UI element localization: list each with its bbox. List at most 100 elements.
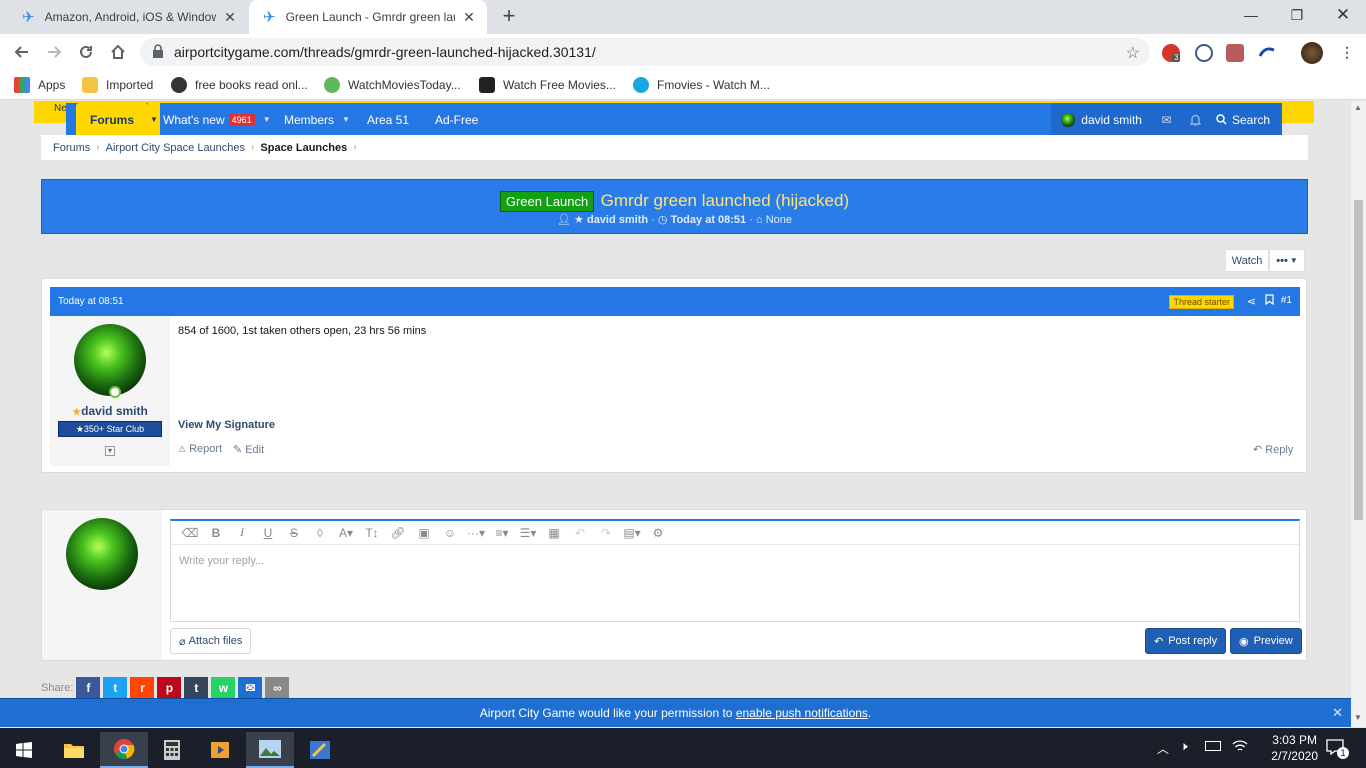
nav-search[interactable]: Search — [1210, 103, 1282, 136]
close-tab-icon[interactable]: ✕ — [222, 9, 238, 25]
redo-icon[interactable]: ↷ — [593, 526, 619, 540]
more-insert-icon[interactable]: ···▾ — [463, 526, 489, 540]
link-icon[interactable]: 🔗︎ — [385, 526, 411, 540]
nav-forums[interactable]: Forums — [76, 103, 148, 136]
edit-link[interactable]: ✎ Edit — [233, 443, 264, 457]
post-number[interactable]: #1 — [1281, 295, 1292, 306]
undo-icon[interactable]: ↶ — [567, 526, 593, 540]
watch-button[interactable]: Watch — [1225, 249, 1269, 272]
enable-push-link[interactable]: enable push notifications — [736, 706, 868, 720]
bold-icon[interactable]: B — [203, 526, 229, 540]
tumblr-icon[interactable]: t — [184, 677, 209, 698]
page-scrollbar[interactable]: ▲ ▼ — [1351, 101, 1366, 727]
thread-date[interactable]: Today at 08:51 — [671, 214, 747, 226]
nav-ad-free[interactable]: Ad-Free — [435, 103, 478, 136]
home-icon[interactable] — [108, 42, 128, 62]
post-date[interactable]: Today at 08:51 — [58, 296, 124, 307]
expand-user-info-icon[interactable]: ▾ — [105, 446, 115, 456]
restore-button[interactable]: ❐ — [1274, 0, 1320, 30]
thread-prefix-badge[interactable]: Green Launch — [499, 191, 595, 212]
breadcrumb-link[interactable]: Forums — [53, 142, 90, 154]
pdf-extension-icon[interactable] — [1226, 44, 1244, 62]
bookmark-imported[interactable]: Imported — [82, 77, 153, 93]
scrollbar-thumb[interactable] — [1354, 200, 1363, 520]
forward-icon[interactable] — [44, 42, 64, 62]
paint-app-icon[interactable] — [296, 732, 344, 768]
avatar[interactable] — [74, 324, 146, 396]
strikethrough-icon[interactable]: S — [281, 526, 307, 540]
twitter-icon[interactable]: t — [103, 677, 128, 698]
battery-icon[interactable] — [1205, 741, 1221, 751]
post-reply-button[interactable]: ↶ Post reply — [1145, 628, 1227, 654]
reddit-icon[interactable]: r — [130, 677, 155, 698]
list-icon[interactable]: ☰▾ — [515, 526, 541, 540]
file-explorer-icon[interactable] — [50, 732, 98, 768]
chrome-icon[interactable] — [100, 732, 148, 768]
bookmark-apps[interactable]: Apps — [14, 77, 65, 93]
media-player-icon[interactable] — [196, 732, 244, 768]
scroll-down-icon[interactable]: ▼ — [1354, 713, 1362, 722]
eraser-icon[interactable]: ⌫ — [177, 526, 203, 540]
post-username[interactable]: ★david smith — [50, 404, 170, 418]
wifi-icon[interactable] — [1232, 739, 1248, 753]
calculator-icon[interactable] — [148, 732, 196, 768]
email-icon[interactable]: ✉ — [238, 677, 263, 698]
link-icon[interactable]: ∞ — [265, 677, 290, 698]
bookmark-icon[interactable] — [1265, 294, 1274, 305]
reply-editor[interactable]: ⌫ B I U S ◊ A▾ T↕ 🔗︎ ▣ ☺ ···▾ ≡▾ ☰▾ ▦ ↶ … — [170, 519, 1300, 622]
bell-icon[interactable] — [1181, 103, 1210, 136]
facebook-icon[interactable]: f — [76, 677, 101, 698]
smilie-icon[interactable]: ☺ — [437, 526, 463, 540]
table-icon[interactable]: ▦ — [541, 526, 567, 540]
color-icon[interactable]: ◊ — [307, 526, 333, 540]
browser-tab-1[interactable]: ✈ Amazon, Android, iOS & Window ✕ — [8, 0, 248, 34]
reload-icon[interactable] — [76, 42, 96, 62]
gear-icon[interactable]: ⚙ — [645, 526, 671, 540]
whatsapp-icon[interactable]: w — [211, 677, 236, 698]
menu-kebab-icon[interactable]: ⋮ — [1340, 44, 1354, 61]
profile-avatar[interactable] — [1301, 42, 1323, 64]
back-icon[interactable] — [12, 42, 32, 62]
bookmark-watchmoviestoday[interactable]: WatchMoviesToday... — [324, 77, 461, 93]
nav-area-51[interactable]: Area 51 — [367, 103, 409, 136]
breadcrumb-link[interactable]: Airport City Space Launches — [106, 142, 245, 154]
inbox-icon[interactable]: ✉ — [1152, 103, 1181, 136]
view-signature-link[interactable]: View My Signature — [178, 419, 275, 431]
italic-icon[interactable]: I — [229, 525, 255, 540]
photo-app-icon[interactable] — [246, 732, 294, 768]
address-bar[interactable]: airportcitygame.com/threads/gmrdr-green-… — [140, 38, 1150, 66]
windows-start-icon[interactable] — [0, 732, 48, 768]
chevron-down-icon[interactable]: ▼ — [263, 115, 271, 124]
nav-account[interactable]: david smith — [1051, 103, 1152, 136]
font-family-icon[interactable]: A▾ — [333, 526, 359, 540]
volume-muted-icon[interactable]: 🕨︎ — [1180, 739, 1188, 754]
nav-whats-new[interactable]: What's new 4961 ▼ — [163, 103, 271, 136]
preview-button[interactable]: ◉ Preview — [1230, 628, 1302, 654]
close-tab-icon[interactable]: ✕ — [461, 9, 477, 25]
sync-extension-icon[interactable] — [1258, 44, 1276, 62]
close-icon[interactable]: ✕ — [1332, 705, 1343, 721]
pinterest-icon[interactable]: p — [157, 677, 182, 698]
block-extension-icon[interactable] — [1195, 44, 1213, 62]
browser-tab-2-active[interactable]: ✈ Green Launch - Gmrdr green lau ✕ — [249, 0, 487, 34]
align-icon[interactable]: ≡▾ — [489, 526, 515, 540]
thread-author[interactable]: david smith — [587, 214, 648, 226]
system-clock[interactable]: 3:03 PM 2/7/2020 — [1271, 732, 1318, 764]
nav-members[interactable]: Members ▼ — [284, 103, 350, 136]
report-link[interactable]: ⚠ Report — [178, 443, 222, 455]
image-icon[interactable]: ▣ — [411, 526, 437, 540]
font-size-icon[interactable]: T↕ — [359, 526, 385, 540]
bookmark-fmovies[interactable]: Fmovies - Watch M... — [633, 77, 770, 93]
chevron-down-icon[interactable]: ▼ — [342, 115, 350, 124]
minimize-button[interactable]: — — [1228, 0, 1274, 30]
drafts-icon[interactable]: ▤▾ — [619, 526, 645, 540]
reply-link[interactable]: ↶ Reply — [1253, 443, 1293, 457]
breadcrumb-link[interactable]: Space Launches — [260, 142, 347, 154]
underline-icon[interactable]: U — [255, 526, 281, 540]
more-options-button[interactable]: ••• ▼ — [1269, 249, 1305, 272]
scroll-up-icon[interactable]: ▲ — [1354, 103, 1362, 112]
bookmark-free-books[interactable]: free books read onl... — [171, 77, 308, 93]
close-window-button[interactable]: ✕ — [1320, 0, 1366, 30]
bookmark-star-icon[interactable]: ☆ — [1126, 43, 1140, 63]
bookmark-watch-free-movies[interactable]: Watch Free Movies... — [479, 77, 616, 93]
